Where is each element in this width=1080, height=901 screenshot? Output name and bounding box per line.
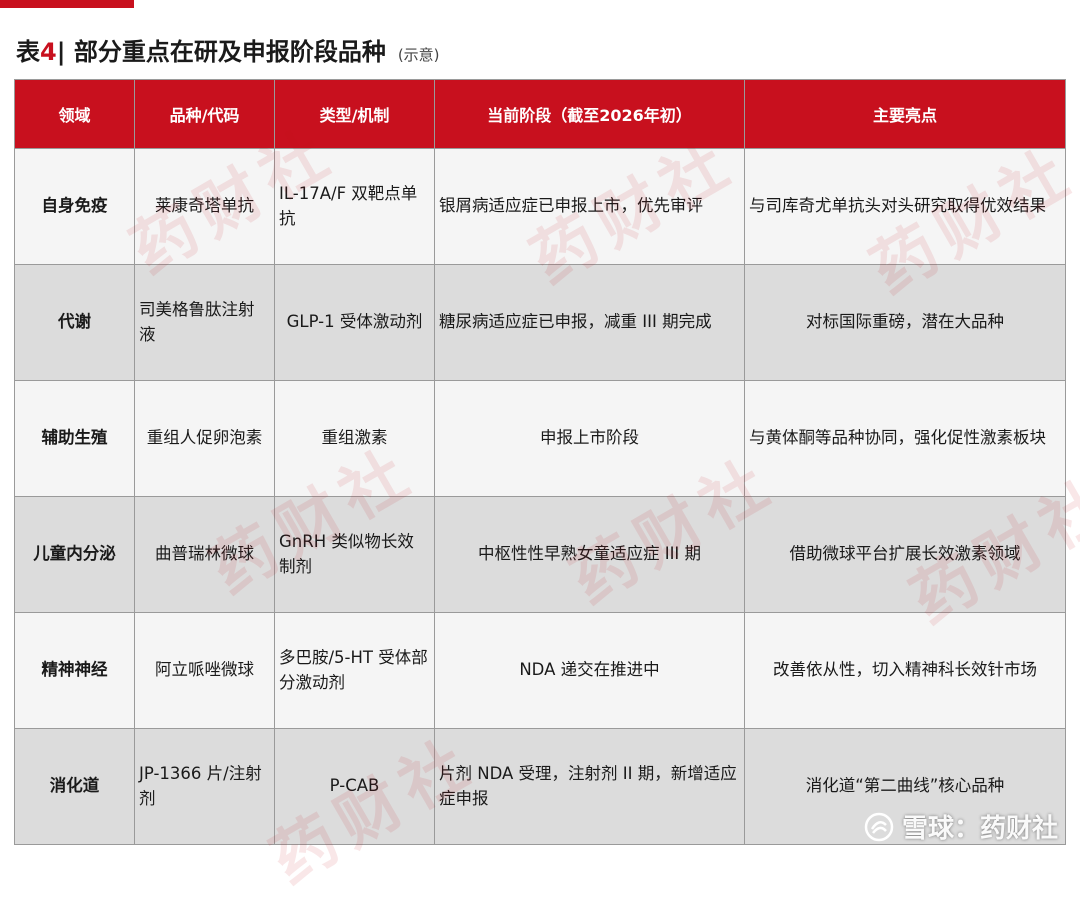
cell-product: 曲普瑞林微球	[134, 496, 275, 613]
cell-domain: 自身免疫	[14, 148, 135, 265]
cell-product: 重组人促卵泡素	[134, 380, 275, 497]
column-header: 当前阶段（截至2026年初）	[434, 79, 745, 149]
cell-domain: 儿童内分泌	[14, 496, 135, 613]
column-header: 主要亮点	[744, 79, 1066, 149]
cell-domain: 精神神经	[14, 612, 135, 729]
cell-mechanism: P-CAB	[274, 728, 435, 845]
table-row: 辅助生殖 重组人促卵泡素 重组激素 申报上市阶段 与黄体酮等品种协同，强化促性激…	[14, 380, 1066, 497]
cell-highlight: 与黄体酮等品种协同，强化促性激素板块	[744, 380, 1066, 497]
cell-product: 阿立哌唑微球	[134, 612, 275, 729]
table-row: 儿童内分泌 曲普瑞林微球 GnRH 类似物长效制剂 中枢性性早熟女童适应症 II…	[14, 496, 1066, 613]
cell-stage: 中枢性性早熟女童适应症 III 期	[434, 496, 745, 613]
cell-domain: 辅助生殖	[14, 380, 135, 497]
cell-stage: NDA 递交在推进中	[434, 612, 745, 729]
cell-stage: 银屑病适应症已申报上市，优先审评	[434, 148, 745, 265]
column-header: 品种/代码	[134, 79, 275, 149]
cell-mechanism: IL-17A/F 双靶点单抗	[274, 148, 435, 265]
top-accent-bar	[0, 0, 134, 8]
cell-product: JP-1366 片/注射剂	[134, 728, 275, 845]
cell-product: 司美格鲁肽注射液	[134, 264, 275, 381]
cell-highlight: 对标国际重磅，潜在大品种	[744, 264, 1066, 381]
cell-stage: 申报上市阶段	[434, 380, 745, 497]
title-text: | 部分重点在研及申报阶段品种	[56, 38, 386, 66]
title-note: (示意)	[397, 46, 440, 64]
cell-mechanism: GLP-1 受体激动剂	[274, 264, 435, 381]
pipeline-table-wrapper: 领域 品种/代码 类型/机制 当前阶段（截至2026年初） 主要亮点 自身免疫 …	[14, 79, 1066, 846]
logo-text: 雪球：药财社	[901, 814, 1058, 844]
table-row: 代谢 司美格鲁肽注射液 GLP-1 受体激动剂 糖尿病适应症已申报，减重 III…	[14, 264, 1066, 381]
column-header: 领域	[14, 79, 135, 149]
cell-stage: 片剂 NDA 受理，注射剂 II 期，新增适应症申报	[434, 728, 745, 845]
cell-product: 莱康奇塔单抗	[134, 148, 275, 265]
cell-highlight: 改善依从性，切入精神科长效针市场	[744, 612, 1066, 729]
cell-mechanism: 多巴胺/5-HT 受体部分激动剂	[274, 612, 435, 729]
cell-domain: 消化道	[14, 728, 135, 845]
cell-mechanism: GnRH 类似物长效制剂	[274, 496, 435, 613]
cell-highlight: 与司库奇尤单抗头对头研究取得优效结果	[744, 148, 1066, 265]
cell-highlight: 借助微球平台扩展长效激素领域	[744, 496, 1066, 613]
column-header: 类型/机制	[274, 79, 435, 149]
page-title: 表4 | 部分重点在研及申报阶段品种 (示意)	[16, 32, 440, 66]
table-row: 精神神经 阿立哌唑微球 多巴胺/5-HT 受体部分激动剂 NDA 递交在推进中 …	[14, 612, 1066, 729]
cell-domain: 代谢	[14, 264, 135, 381]
cell-stage: 糖尿病适应症已申报，减重 III 期完成	[434, 264, 745, 381]
table-row: 自身免疫 莱康奇塔单抗 IL-17A/F 双靶点单抗 银屑病适应症已申报上市，优…	[14, 148, 1066, 265]
xueqiu-logo: 雪球：药财社	[864, 808, 1058, 845]
table-header-row: 领域 品种/代码 类型/机制 当前阶段（截至2026年初） 主要亮点	[14, 79, 1066, 149]
pipeline-table: 领域 品种/代码 类型/机制 当前阶段（截至2026年初） 主要亮点 自身免疫 …	[14, 79, 1066, 845]
cell-mechanism: 重组激素	[274, 380, 435, 497]
snowball-logo-icon	[864, 812, 894, 841]
title-number: 4	[40, 38, 57, 66]
title-prefix: 表	[16, 38, 40, 66]
